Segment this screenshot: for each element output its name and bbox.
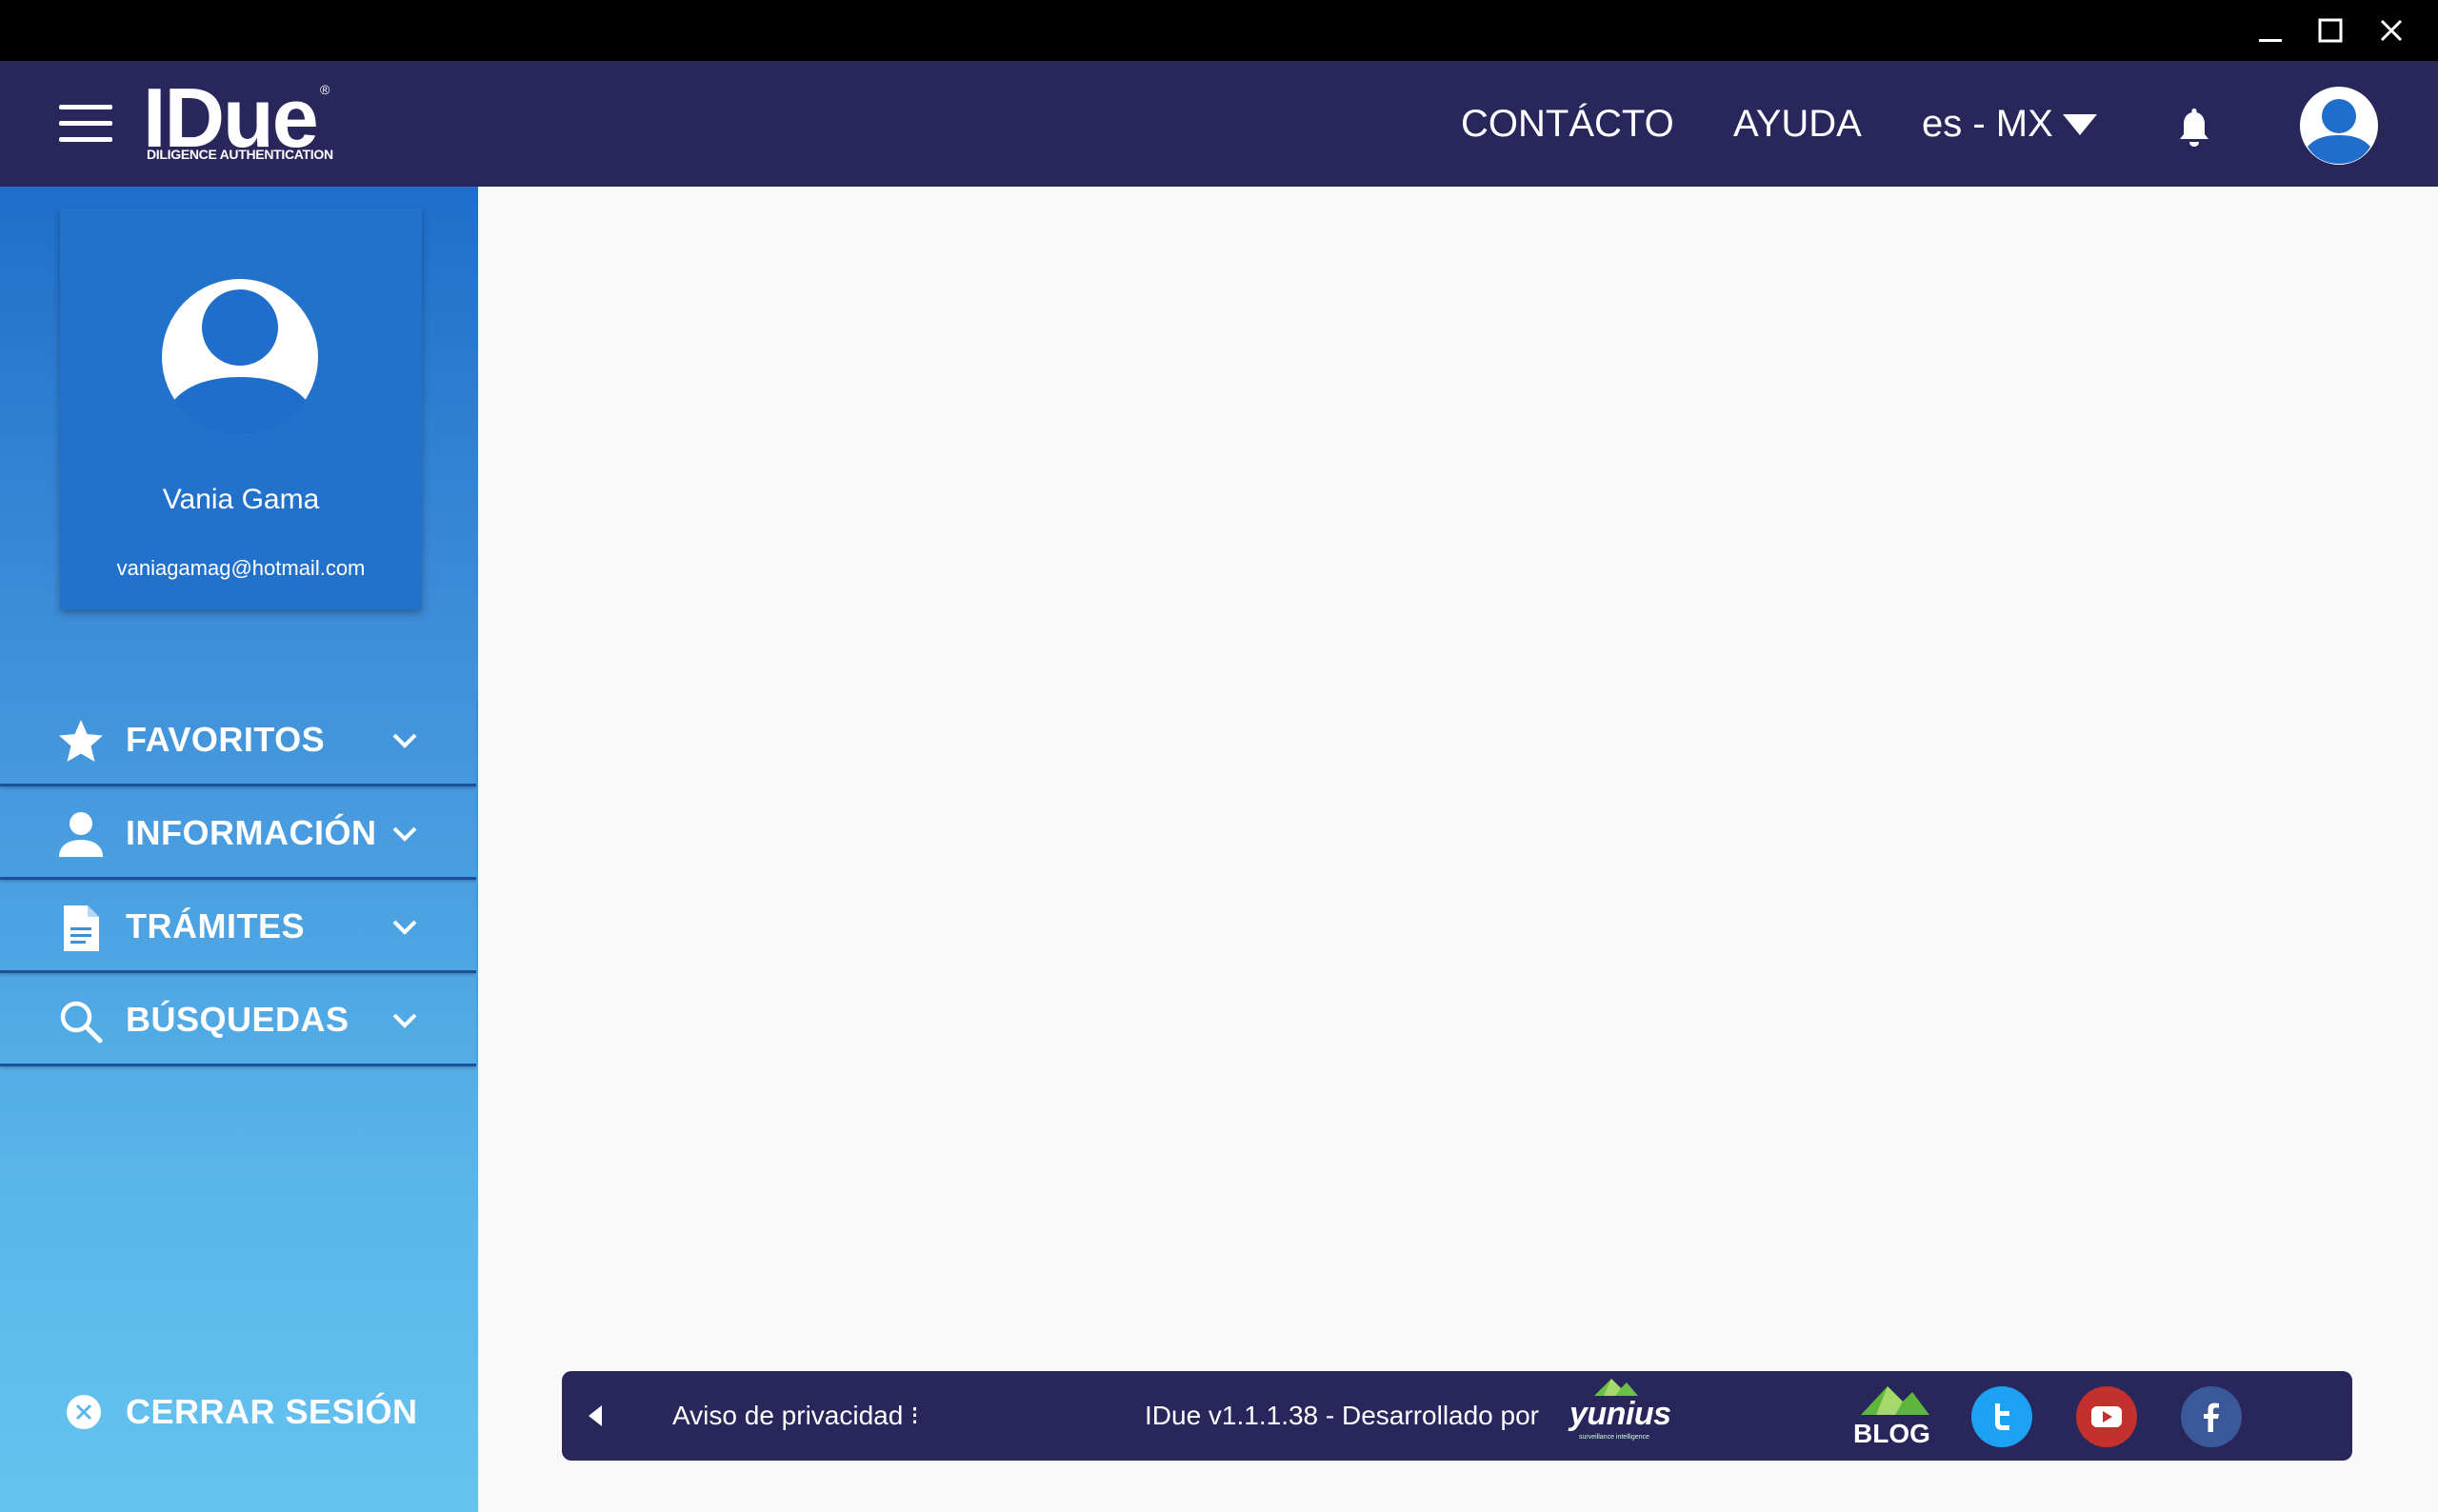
sidebar-item-busquedas[interactable]: BÚSQUEDAS (0, 975, 476, 1066)
sidebar-item-informacion[interactable]: INFORMACIÓN (0, 788, 476, 880)
language-selector[interactable]: es - MX (1922, 99, 2099, 149)
sidebar-item-tramites[interactable]: TRÁMITES (0, 882, 476, 973)
app-header: IDue ® DILIGENCE AUTHENTICATION CONTÁCTO… (0, 61, 2438, 187)
sidebar: Vania Gama vaniagamag@hotmail.com FAVORI… (0, 187, 478, 1512)
bell-icon[interactable] (2171, 105, 2217, 150)
profile-name: Vania Gama (162, 484, 320, 515)
sidebar-item-label: BÚSQUEDAS (126, 999, 350, 1039)
caret-down-icon (2062, 114, 2097, 135)
privacy-notice-link[interactable]: Aviso de privacidad ⁝ (672, 1396, 919, 1436)
logout-button[interactable]: CERRAR SESIÓN (65, 1388, 418, 1436)
chevron-down-icon (392, 1013, 417, 1028)
sidebar-item-label: TRÁMITES (126, 905, 305, 945)
profile-email: vaniagamag@hotmail.com (116, 556, 366, 580)
leaf-icon (1594, 1379, 1638, 1396)
hamburger-menu-icon[interactable] (59, 105, 112, 143)
twitter-icon[interactable] (1971, 1386, 2032, 1447)
blog-leaf-icon (1861, 1386, 1929, 1415)
idue-logo: IDue ® DILIGENCE AUTHENTICATION (143, 70, 343, 173)
profile-card: Vania Gama vaniagamag@hotmail.com (60, 208, 422, 609)
minimize-icon[interactable] (2251, 11, 2289, 50)
chevron-down-icon (392, 733, 417, 748)
person-icon (59, 812, 103, 857)
chevron-down-icon (392, 920, 417, 935)
language-label: es - MX (1922, 102, 2053, 145)
chevron-down-icon (392, 826, 417, 842)
close-circle-icon (67, 1395, 101, 1429)
sidebar-item-label: FAVORITOS (126, 719, 326, 759)
yunius-logo[interactable]: yunius surveillance intelligence (1569, 1375, 1671, 1457)
sidebar-item-favoritos[interactable]: FAVORITOS (0, 695, 476, 786)
nav-contact-link[interactable]: CONTÁCTO (1461, 99, 1674, 149)
logo-registered-mark: ® (320, 82, 330, 97)
document-icon (64, 905, 99, 951)
nav-help-link[interactable]: AYUDA (1733, 99, 1862, 149)
window-titlebar (0, 0, 2438, 61)
star-icon (59, 720, 103, 762)
close-icon[interactable] (2372, 11, 2410, 50)
footer-bar: Aviso de privacidad ⁝ IDue v1.1.1.38 - D… (562, 1371, 2352, 1461)
logout-label: CERRAR SESIÓN (126, 1392, 418, 1431)
search-icon (60, 1001, 103, 1044)
yunius-brand-text: yunius (1569, 1396, 1671, 1432)
main-content (478, 187, 2438, 1512)
youtube-icon[interactable] (2076, 1386, 2137, 1447)
version-text: IDue v1.1.1.38 - Desarrollado por (1145, 1401, 1539, 1430)
maximize-icon[interactable] (2311, 11, 2349, 50)
yunius-tagline: surveillance intelligence (1579, 1434, 1649, 1441)
collapse-arrow-icon[interactable] (583, 1402, 606, 1430)
blog-label: BLOG (1853, 1419, 1930, 1448)
sidebar-item-label: INFORMACIÓN (126, 812, 377, 852)
user-avatar-icon[interactable] (2299, 86, 2379, 166)
facebook-icon[interactable] (2181, 1386, 2242, 1447)
profile-avatar-icon (162, 279, 318, 435)
logo-subtitle: DILIGENCE AUTHENTICATION (147, 147, 333, 162)
